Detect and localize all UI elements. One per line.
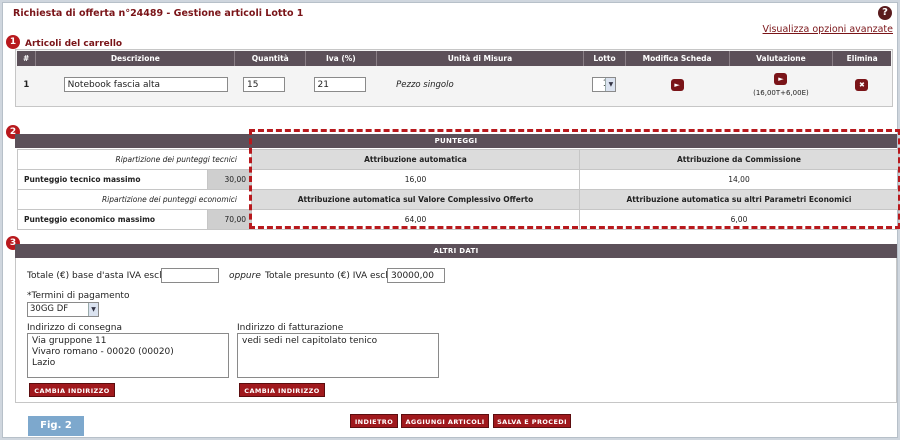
evaluation-button[interactable]: ► — [774, 72, 788, 85]
col-iva: Iva (%) — [305, 51, 377, 66]
presunto-label: Totale presunto (€) IVA escl. — [265, 271, 391, 281]
col-unita: Unità di Misura — [376, 51, 585, 66]
change-delivery-address-button[interactable]: CAMBIA INDIRIZZO — [29, 383, 115, 397]
altri-dati-header: ALTRI DATI — [15, 244, 897, 258]
back-button[interactable]: INDIETRO — [350, 414, 398, 428]
help-icon[interactable]: ? — [878, 6, 892, 20]
table-row: 1 Notebook fascia alta 15 21 Pezzo singo… — [17, 66, 891, 103]
col-elimina: Elimina — [832, 51, 891, 66]
payment-label: *Termini di pagamento — [27, 291, 130, 301]
add-articles-button[interactable]: AGGIUNGI ARTICOLI — [401, 414, 489, 428]
col-index: # — [17, 51, 37, 66]
consegna-line-2: Vivaro romano - 00020 (00020) — [32, 347, 174, 357]
row-index: 1 — [23, 79, 30, 90]
col-modifica: Modifica Scheda — [625, 51, 730, 66]
fatturazione-textarea[interactable]: vedi sedi nel capitolato tenico — [237, 333, 439, 378]
lotto-select[interactable]: 1 ▼ — [592, 77, 617, 92]
fatturazione-label: Indirizzo di fatturazione — [237, 323, 344, 333]
base-asta-label: Totale (€) base d'asta IVA escl. — [27, 271, 165, 281]
unit-text: Pezzo singolo — [396, 79, 454, 90]
figure-label: Fig. 2 — [28, 416, 84, 436]
page-container: Richiesta di offerta n°24489 - Gestione … — [2, 2, 900, 438]
col-descrizione: Descrizione — [35, 51, 236, 66]
chevron-down-icon: ▼ — [605, 78, 616, 91]
quantity-input[interactable]: 15 — [242, 77, 285, 92]
col-valutazione: Valutazione — [729, 51, 834, 66]
description-input[interactable]: Notebook fascia alta — [63, 77, 228, 92]
highlight-dashed-box — [249, 129, 900, 229]
edit-sheet-button[interactable]: ► — [670, 78, 684, 91]
change-billing-address-button[interactable]: CAMBIA INDIRIZZO — [239, 383, 325, 397]
presunto-input[interactable]: 30000,00 — [387, 268, 445, 283]
tech-max-label: Punteggio tecnico massimo — [17, 169, 208, 190]
cart-header-row: # Descrizione Quantità Iva (%) Unità di … — [17, 51, 891, 66]
tech-split-label: Ripartizione dei punteggi tecnici — [17, 149, 252, 170]
oppure-label: oppure — [229, 271, 261, 281]
evaluation-note: (16,00T+6,00E) — [753, 88, 809, 97]
save-proceed-button[interactable]: SALVA E PROCEDI — [493, 414, 571, 428]
advanced-options-link[interactable]: Visualizza opzioni avanzate — [763, 24, 893, 35]
section-badge-1: 1 — [6, 35, 20, 49]
delete-icon[interactable]: ✖ — [855, 78, 869, 91]
consegna-line-3: Lazio — [32, 358, 56, 368]
col-quantita: Quantità — [234, 51, 307, 66]
col-lotto: Lotto — [583, 51, 626, 66]
eco-max-label: Punteggio economico massimo — [17, 209, 208, 230]
payment-select-value: 30GG DF — [30, 304, 69, 314]
tech-max-value: 30,00 — [207, 169, 252, 190]
payment-select[interactable]: 30GG DF ▼ — [27, 302, 99, 317]
cart-table: # Descrizione Quantità Iva (%) Unità di … — [17, 51, 891, 103]
iva-input[interactable]: 21 — [313, 77, 366, 92]
consegna-label: Indirizzo di consegna — [27, 323, 122, 333]
page-title: Richiesta di offerta n°24489 - Gestione … — [13, 8, 304, 19]
eco-max-value: 70,00 — [207, 209, 252, 230]
base-asta-input[interactable] — [161, 268, 219, 283]
eco-split-label: Ripartizione dei punteggi economici — [17, 189, 252, 210]
consegna-textarea[interactable]: Via gruppone 11 Vivaro romano - 00020 (0… — [27, 333, 229, 378]
consegna-line-1: Via gruppone 11 — [32, 336, 107, 346]
cart-section-title: Articoli del carrello — [25, 39, 123, 49]
chevron-down-icon: ▼ — [88, 303, 98, 316]
